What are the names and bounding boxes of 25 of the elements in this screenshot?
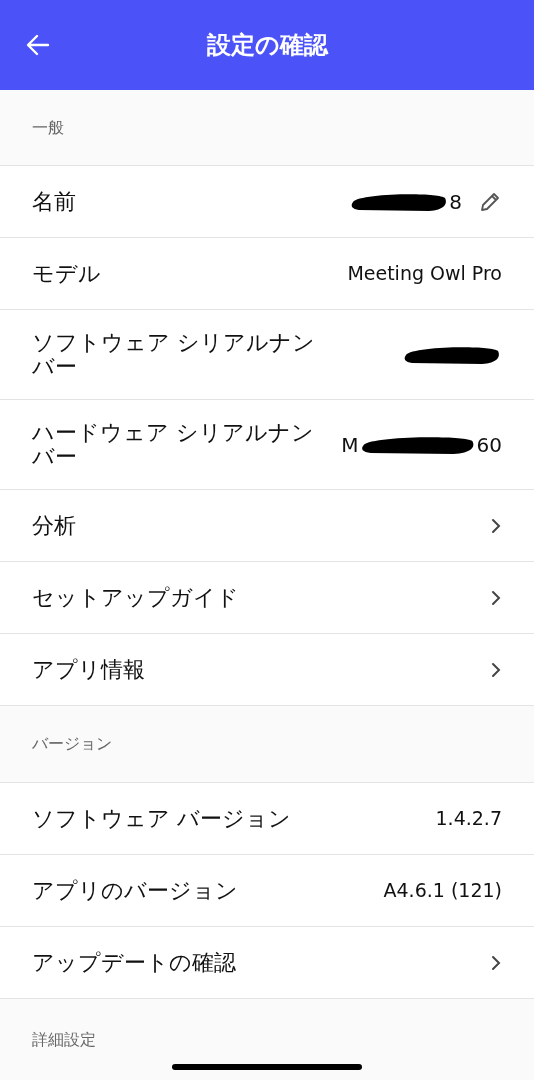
row-label: アップデートの確認 bbox=[32, 950, 236, 975]
row-label: 分析 bbox=[32, 513, 76, 538]
row-value: A4.6.1 (121) bbox=[383, 878, 502, 904]
section-header: 詳細設定 bbox=[32, 1028, 96, 1051]
screen-title: 設定の確認 bbox=[206, 30, 328, 61]
back-arrow-icon[interactable] bbox=[26, 34, 50, 56]
row-label: モデル bbox=[32, 261, 101, 286]
row-label: ハードウェア シリアルナンバー bbox=[32, 421, 315, 468]
row-label: ソフトウェア バージョン bbox=[32, 806, 291, 831]
row-value: Meeting Owl Pro bbox=[347, 261, 502, 287]
row-label: ソフトウェア シリアルナンバー bbox=[32, 331, 316, 378]
row-label: セットアップガイド bbox=[32, 585, 239, 610]
settings-row[interactable]: アップデートの確認 bbox=[0, 926, 534, 998]
row-value: 1.4.2.7 bbox=[435, 806, 502, 832]
section-header: バージョン bbox=[32, 733, 112, 755]
row-label: 名前 bbox=[32, 189, 76, 214]
row-value: 60 bbox=[476, 431, 502, 459]
settings-row[interactable]: セットアップガイド bbox=[0, 561, 534, 633]
section-header: 一般 bbox=[32, 116, 64, 139]
settings-row[interactable]: 分析 bbox=[0, 489, 534, 561]
settings-row[interactable]: アプリ情報 bbox=[0, 633, 534, 705]
row-label: アプリ情報 bbox=[32, 657, 145, 682]
row-value: M bbox=[341, 431, 359, 459]
row-label: アプリのバージョン bbox=[32, 878, 238, 903]
row-value: 8 bbox=[449, 188, 462, 216]
